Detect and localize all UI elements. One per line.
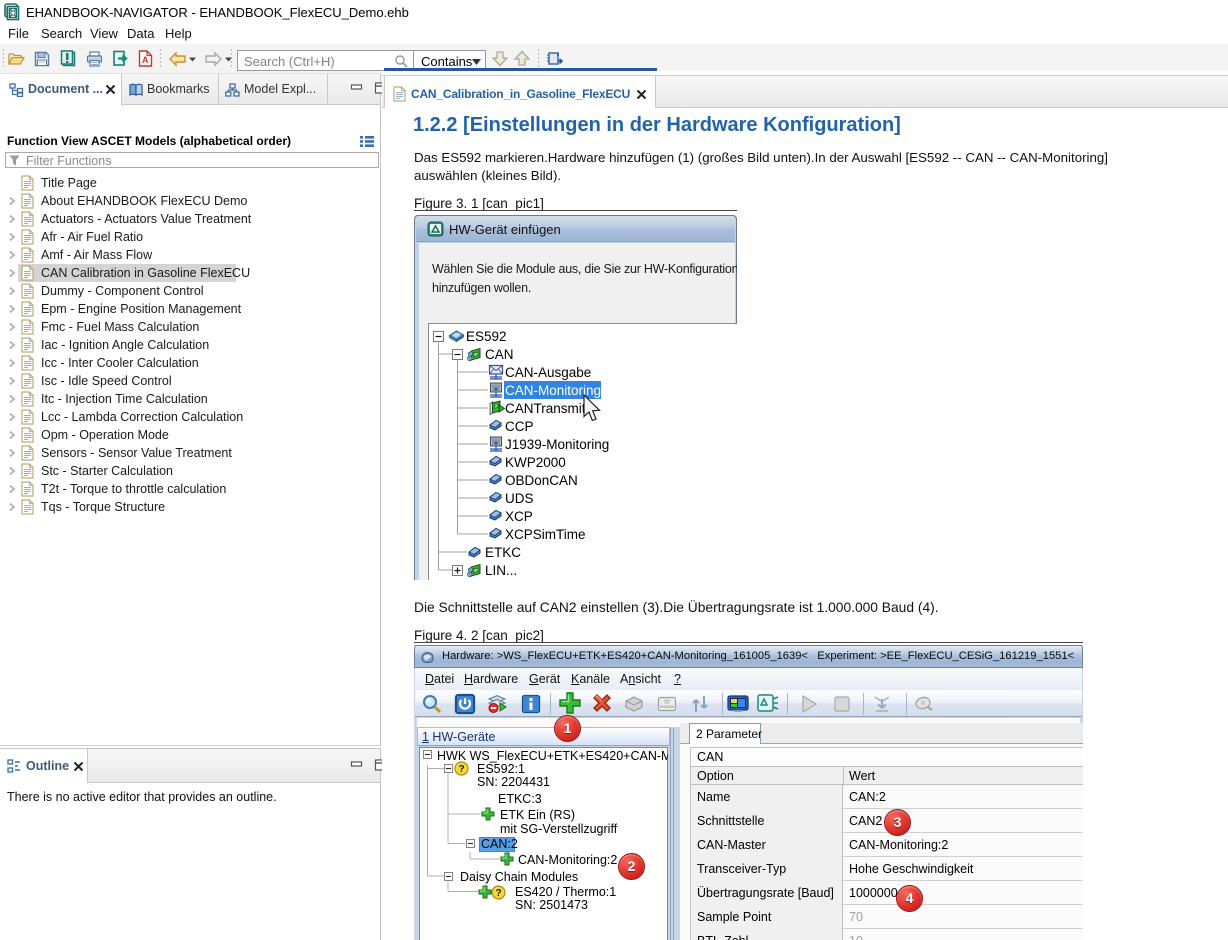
svg-text:?: ? bbox=[495, 888, 501, 899]
svg-text:A: A bbox=[142, 55, 149, 65]
svg-text:?: ? bbox=[458, 764, 464, 775]
